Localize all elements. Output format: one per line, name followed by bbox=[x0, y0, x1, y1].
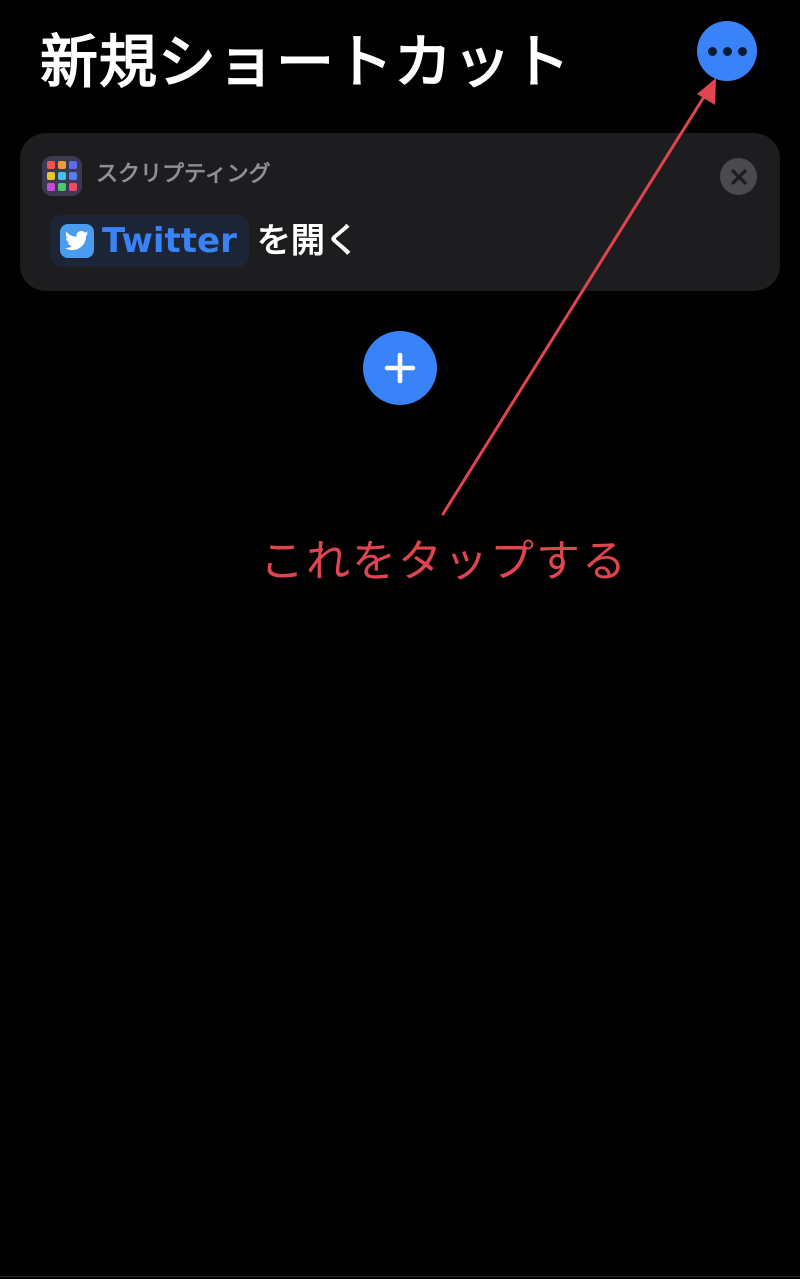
action-card[interactable]: スクリプティング Twitter を開く bbox=[20, 133, 780, 291]
ellipsis-dot bbox=[722, 46, 732, 56]
app-parameter-token[interactable]: Twitter bbox=[50, 215, 249, 267]
page-title: 新規ショートカット bbox=[40, 28, 572, 96]
plus-icon bbox=[384, 352, 416, 384]
category-label: スクリプティング bbox=[96, 162, 271, 187]
ellipsis-icon bbox=[707, 46, 717, 56]
twitter-bird-icon bbox=[60, 224, 94, 258]
more-options-button[interactable] bbox=[697, 21, 757, 81]
close-icon bbox=[730, 168, 747, 185]
twitter-bird-glyph bbox=[65, 231, 89, 251]
annotation-label: これをタップする bbox=[260, 536, 628, 587]
action-verb: を開く bbox=[256, 221, 359, 261]
app-name: Twitter bbox=[102, 221, 237, 261]
remove-action-button[interactable] bbox=[720, 158, 757, 195]
ellipsis-dot bbox=[737, 46, 747, 56]
action-row: Twitter を開く bbox=[50, 215, 359, 267]
bottom-divider bbox=[0, 1276, 800, 1277]
scripting-grid-icon bbox=[42, 156, 82, 196]
add-action-button[interactable] bbox=[363, 331, 437, 405]
